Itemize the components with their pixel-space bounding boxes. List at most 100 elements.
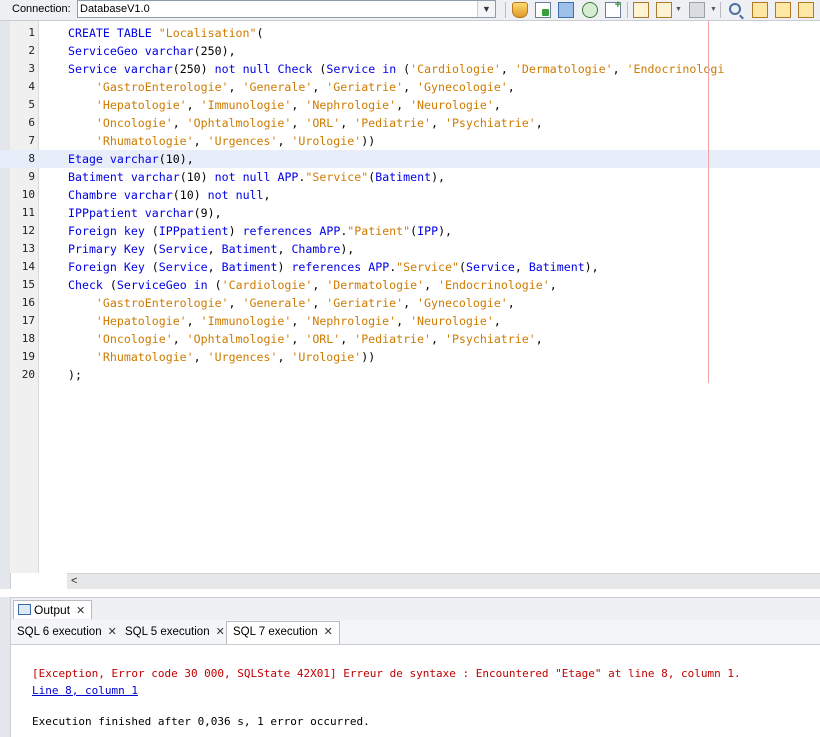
code-line[interactable]: 5 'Hepatologie', 'Immunologie', 'Nephrol… [0, 96, 820, 114]
code-line[interactable]: 11 IPPpatient varchar(9), [0, 204, 820, 222]
line-number: 13 [21, 242, 35, 255]
code-text[interactable]: 'Hepatologie', 'Immunologie', 'Nephrolog… [68, 312, 501, 330]
connection-value: DatabaseV1.0 [80, 3, 150, 15]
code-text[interactable]: Foreign Key (Service, Batiment) referenc… [68, 258, 599, 276]
code-text[interactable]: 'Rhumatologie', 'Urgences', 'Urologie')) [68, 132, 375, 150]
code-line[interactable]: 7 'Rhumatologie', 'Urgences', 'Urologie'… [0, 132, 820, 150]
code-text[interactable]: Batiment varchar(10) not null APP."Servi… [68, 168, 445, 186]
close-icon[interactable]: ✕ [76, 602, 85, 620]
connection-select[interactable]: DatabaseV1.0 ▼ [77, 0, 496, 18]
find-previous-icon[interactable] [752, 2, 768, 18]
line-number: 19 [21, 350, 35, 363]
code-text[interactable]: Chambre varchar(10) not null, [68, 186, 271, 204]
sql-tab-label: SQL 6 execution [17, 626, 102, 638]
find-next-icon[interactable] [775, 2, 791, 18]
editor-toolbar: Connection: DatabaseV1.0 ▼ ▼ ▼ [0, 0, 820, 21]
error-message: [Exception, Error code 30 000, SQLState … [32, 667, 741, 680]
format-icon[interactable] [689, 2, 705, 18]
code-line[interactable]: 17 'Hepatologie', 'Immunologie', 'Nephro… [0, 312, 820, 330]
chevron-down-icon[interactable]: ▼ [477, 1, 495, 17]
new-tab-icon[interactable] [605, 0, 621, 18]
right-margin-line [708, 21, 709, 383]
horizontal-scrollbar[interactable]: < [67, 573, 820, 589]
code-text[interactable]: 'Oncologie', 'Ophtalmologie', 'ORL', 'Pe… [68, 330, 543, 348]
line-number: 3 [28, 62, 35, 75]
code-text[interactable]: Primary Key (Service, Batiment, Chambre)… [68, 240, 354, 258]
run-sql-icon[interactable] [512, 2, 528, 18]
execution-status: Execution finished after 0,036 s, 1 erro… [32, 715, 370, 728]
code-line[interactable]: 10 Chambre varchar(10) not null, [0, 186, 820, 204]
code-text[interactable]: 'GastroEnterologie', 'Generale', 'Geriat… [68, 294, 515, 312]
output-body: [Exception, Error code 30 000, SQLState … [11, 645, 820, 737]
code-line[interactable]: 8 Etage varchar(10), [0, 150, 820, 168]
close-icon[interactable]: ✕ [324, 622, 333, 643]
history-dropdown-icon[interactable]: ▼ [675, 6, 682, 13]
line-number: 18 [21, 332, 35, 345]
toolbar-separator [627, 2, 628, 18]
line-number: 9 [28, 170, 35, 183]
output-tab-label: Output [34, 603, 71, 617]
line-number: 12 [21, 224, 35, 237]
find-icon[interactable] [729, 3, 741, 15]
run-file-icon[interactable] [535, 2, 551, 18]
tab-sql-5-execution[interactable]: SQL 5 execution ✕ [119, 622, 231, 643]
output-panel: Output ✕ SQL 6 execution ✕ SQL 5 execution… [0, 597, 820, 737]
sql-tab-label: SQL 5 execution [125, 626, 210, 638]
code-text[interactable]: ServiceGeo varchar(250), [68, 42, 236, 60]
code-text[interactable]: ); [68, 366, 82, 384]
code-line[interactable]: 15 Check (ServiceGeo in ('Cardiologie', '… [0, 276, 820, 294]
output-window-icon [18, 604, 31, 615]
code-line[interactable]: 2 ServiceGeo varchar(250), [0, 42, 820, 60]
line-number: 11 [21, 206, 35, 219]
code-line[interactable]: 9 Batiment varchar(10) not null APP."Serv… [0, 168, 820, 186]
code-line[interactable]: 20); [0, 366, 820, 384]
code-text[interactable]: 'Oncologie', 'Ophtalmologie', 'ORL', 'Pe… [68, 114, 543, 132]
tab-sql-6-execution[interactable]: SQL 6 execution ✕ [11, 622, 123, 643]
close-icon[interactable]: ✕ [216, 622, 225, 643]
history-net-icon[interactable] [558, 2, 574, 18]
code-text[interactable]: CREATE TABLE "Localisation"( [68, 24, 263, 42]
code-line[interactable]: 6 'Oncologie', 'Ophtalmologie', 'ORL', '… [0, 114, 820, 132]
code-text[interactable]: 'GastroEnterologie', 'Generale', 'Geriat… [68, 78, 515, 96]
code-text[interactable]: Service varchar(250) not null Check (Ser… [68, 60, 724, 78]
line-number: 4 [28, 80, 35, 93]
code-text[interactable]: IPPpatient varchar(9), [68, 204, 222, 222]
code-line[interactable]: 14 Foreign Key (Service, Batiment) refere… [0, 258, 820, 276]
code-line[interactable]: 12 Foreign key (IPPpatient) references AP… [0, 222, 820, 240]
scroll-left-icon[interactable]: < [71, 574, 77, 589]
line-number: 2 [28, 44, 35, 57]
refresh-icon[interactable] [582, 2, 598, 18]
find-selection-icon[interactable] [798, 2, 814, 18]
line-number: 8 [28, 152, 35, 165]
line-number: 17 [21, 314, 35, 327]
code-text[interactable]: Etage varchar(10), [68, 150, 194, 168]
code-text[interactable]: Foreign key (IPPpatient) references APP.… [68, 222, 452, 240]
close-icon[interactable]: ✕ [108, 622, 117, 643]
line-number: 6 [28, 116, 35, 129]
sql-tab-label: SQL 7 execution [233, 626, 318, 638]
code-text[interactable]: 'Rhumatologie', 'Urgences', 'Urologie')) [68, 348, 375, 366]
error-line-link[interactable]: Line 8, column 1 [32, 684, 138, 697]
code-line[interactable]: 18 'Oncologie', 'Ophtalmologie', 'ORL', … [0, 330, 820, 348]
history-icon[interactable] [656, 2, 672, 18]
line-number: 14 [21, 260, 35, 273]
tab-sql-7-execution[interactable]: SQL 7 execution ✕ [226, 621, 340, 644]
connection-label: Connection: [12, 3, 71, 15]
line-number: 15 [21, 278, 35, 291]
sql-execution-tabbar: SQL 6 execution ✕ SQL 5 execution ✕ SQL 7 … [11, 620, 820, 645]
output-left-strip [0, 597, 11, 737]
code-line[interactable]: 19 'Rhumatologie', 'Urgences', 'Urologie… [0, 348, 820, 366]
code-line[interactable]: 3 Service varchar(250) not null Check (Se… [0, 60, 820, 78]
code-text[interactable]: 'Hepatologie', 'Immunologie', 'Nephrolog… [68, 96, 501, 114]
toolbar-separator [505, 2, 506, 18]
sql-editor[interactable]: 1 CREATE TABLE "Localisation"( 2 ServiceGeo… [0, 21, 820, 589]
code-line[interactable]: 4 'GastroEnterologie', 'Generale', 'Geri… [0, 78, 820, 96]
format-dropdown-icon[interactable]: ▼ [710, 6, 717, 13]
code-line[interactable]: 13 Primary Key (Service, Batiment, Chambr… [0, 240, 820, 258]
keep-prior-tabs-icon[interactable] [633, 2, 649, 18]
tab-output[interactable]: Output ✕ [13, 600, 93, 620]
line-number: 10 [21, 188, 35, 201]
code-line[interactable]: 16 'GastroEnterologie', 'Generale', 'Ger… [0, 294, 820, 312]
code-line[interactable]: 1 CREATE TABLE "Localisation"( [0, 24, 820, 42]
code-text[interactable]: Check (ServiceGeo in ('Cardiologie', 'De… [68, 276, 557, 294]
